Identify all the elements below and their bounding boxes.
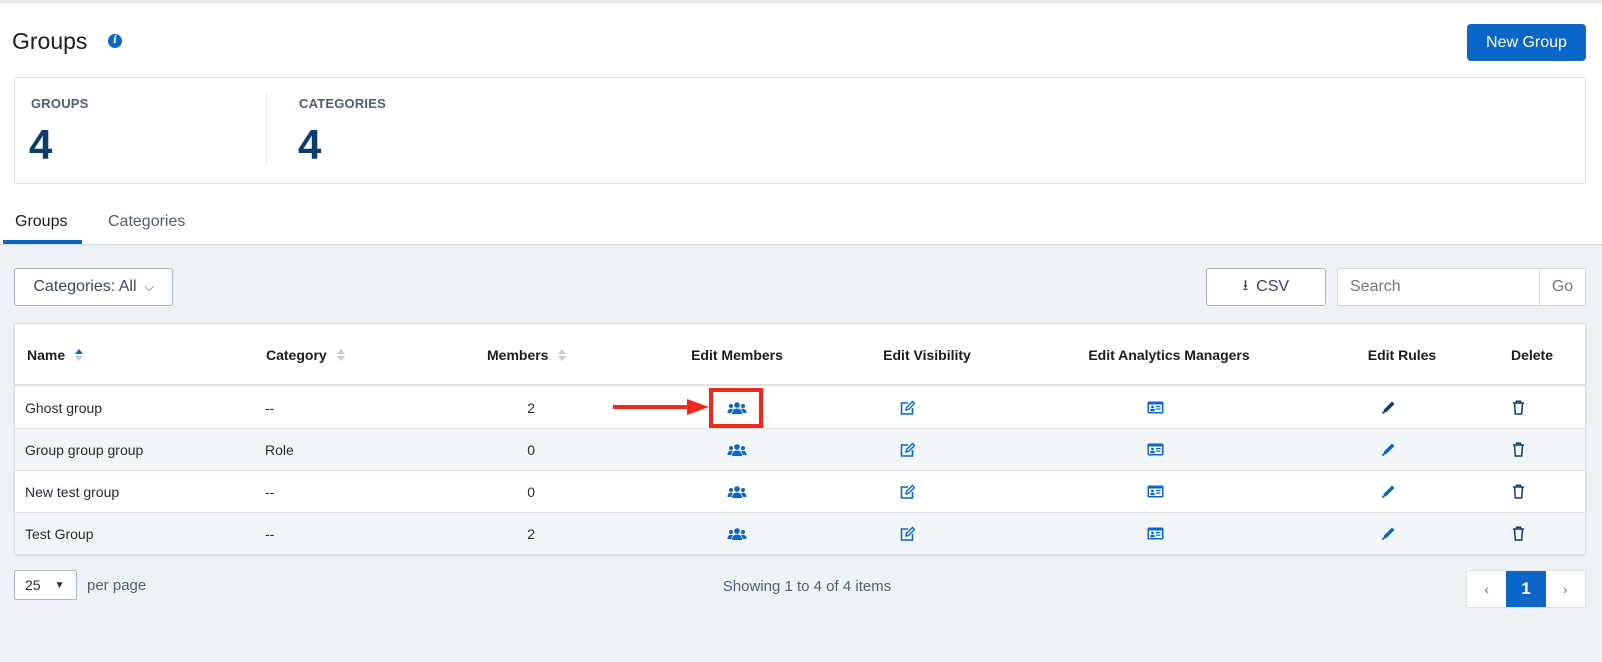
edit-rules-pencil-icon[interactable] — [1368, 387, 1408, 428]
next-page-button[interactable]: › — [1546, 571, 1585, 607]
edit-visibility-icon[interactable] — [887, 429, 927, 470]
tab-categories[interactable]: Categories — [108, 213, 185, 231]
group-members: 2 — [527, 399, 535, 416]
delete-trash-icon[interactable] — [1498, 429, 1538, 470]
per-page-value: 25 — [25, 577, 41, 593]
edit-analytics-managers-icon[interactable] — [1135, 471, 1175, 512]
search-input[interactable] — [1337, 268, 1540, 306]
edit-rules-pencil-icon[interactable] — [1368, 471, 1408, 512]
edit-analytics-managers-icon[interactable] — [1135, 387, 1175, 428]
col-label: Name — [27, 347, 66, 363]
col-edit-visibility-header: Edit Visibility — [883, 347, 971, 363]
stat-groups-label: GROUPS — [31, 96, 89, 111]
group-category: -- — [265, 399, 275, 416]
group-members: 2 — [527, 525, 535, 542]
col-edit-members-header: Edit Members — [691, 347, 783, 363]
pagination: ‹ 1 › — [1466, 570, 1586, 608]
stat-categories-label: CATEGORIES — [299, 96, 386, 111]
edit-rules-pencil-icon[interactable] — [1368, 513, 1408, 554]
col-members-header[interactable]: Members — [487, 324, 567, 386]
edit-members-icon[interactable] — [717, 513, 757, 554]
go-button[interactable]: Go — [1539, 268, 1586, 306]
delete-trash-icon[interactable] — [1498, 471, 1538, 512]
stats-panel — [14, 77, 1586, 184]
sort-icon — [558, 349, 567, 361]
csv-label: CSV — [1256, 278, 1290, 295]
info-icon[interactable]: i — [108, 34, 122, 48]
col-name-header[interactable]: Name — [27, 324, 84, 386]
group-category: -- — [265, 483, 275, 500]
stats-divider — [266, 94, 267, 166]
col-label: Members — [487, 347, 549, 363]
group-name: Group group group — [25, 441, 144, 458]
categories-filter-label: Categories: All — [33, 278, 137, 295]
group-members: 0 — [527, 483, 535, 500]
delete-trash-icon[interactable] — [1498, 513, 1538, 554]
col-delete-header: Delete — [1510, 347, 1554, 363]
annotation-arrow — [613, 399, 709, 415]
col-edit-rules-header: Edit Rules — [1367, 347, 1437, 363]
group-members: 0 — [527, 441, 535, 458]
download-icon: ⭳ — [1242, 276, 1249, 294]
categories-filter-dropdown[interactable]: Categories: All ⌵ — [14, 268, 173, 306]
edit-analytics-managers-icon[interactable] — [1135, 429, 1175, 470]
sort-asc-icon — [75, 349, 84, 361]
group-name: New test group — [25, 483, 120, 500]
per-page-label: per page — [87, 577, 147, 594]
col-edit-analytics-managers-header: Edit Analytics Managers — [1088, 347, 1250, 363]
page-title: Groups — [12, 28, 88, 54]
edit-members-icon[interactable] — [717, 429, 757, 470]
col-label: Category — [266, 347, 327, 363]
active-tab-indicator — [3, 240, 82, 244]
showing-count: Showing 1 to 4 of 4 items — [722, 578, 892, 595]
edit-visibility-icon[interactable] — [887, 471, 927, 512]
edit-visibility-icon[interactable] — [887, 387, 927, 428]
sort-icon — [336, 349, 345, 361]
stat-groups-value: 4 — [29, 121, 53, 168]
table-row: Group group group Role 0 — [15, 429, 1585, 471]
table-row: Test Group -- 2 — [15, 513, 1585, 555]
edit-visibility-icon[interactable] — [887, 513, 927, 554]
group-category: -- — [265, 525, 275, 542]
page-1-button[interactable]: 1 — [1506, 571, 1546, 607]
tab-groups[interactable]: Groups — [15, 213, 67, 231]
delete-trash-icon[interactable] — [1498, 387, 1538, 428]
group-category: Role — [265, 441, 294, 458]
new-group-button[interactable]: New Group — [1467, 24, 1586, 61]
edit-analytics-managers-icon[interactable] — [1135, 513, 1175, 554]
per-page-select[interactable]: 25 ▼ — [14, 570, 77, 600]
chevron-down-icon: ▼ — [54, 579, 65, 591]
csv-download-button[interactable]: ⭳ CSV — [1206, 268, 1326, 306]
edit-rules-pencil-icon[interactable] — [1368, 429, 1408, 470]
group-name: Ghost group — [25, 399, 103, 416]
table-row: New test group -- 0 — [15, 471, 1585, 513]
group-name: Test Group — [25, 525, 94, 542]
groups-table: Name Category Members Edit Members Edit … — [14, 323, 1586, 555]
annotation-highlight-box — [709, 388, 763, 428]
stat-categories-value: 4 — [298, 121, 322, 168]
col-category-header[interactable]: Category — [266, 324, 345, 386]
edit-members-icon[interactable] — [717, 471, 757, 512]
table-row: Ghost group -- 2 — [15, 387, 1585, 429]
prev-page-button[interactable]: ‹ — [1467, 571, 1506, 607]
chevron-down-icon: ⌵ — [144, 279, 154, 294]
